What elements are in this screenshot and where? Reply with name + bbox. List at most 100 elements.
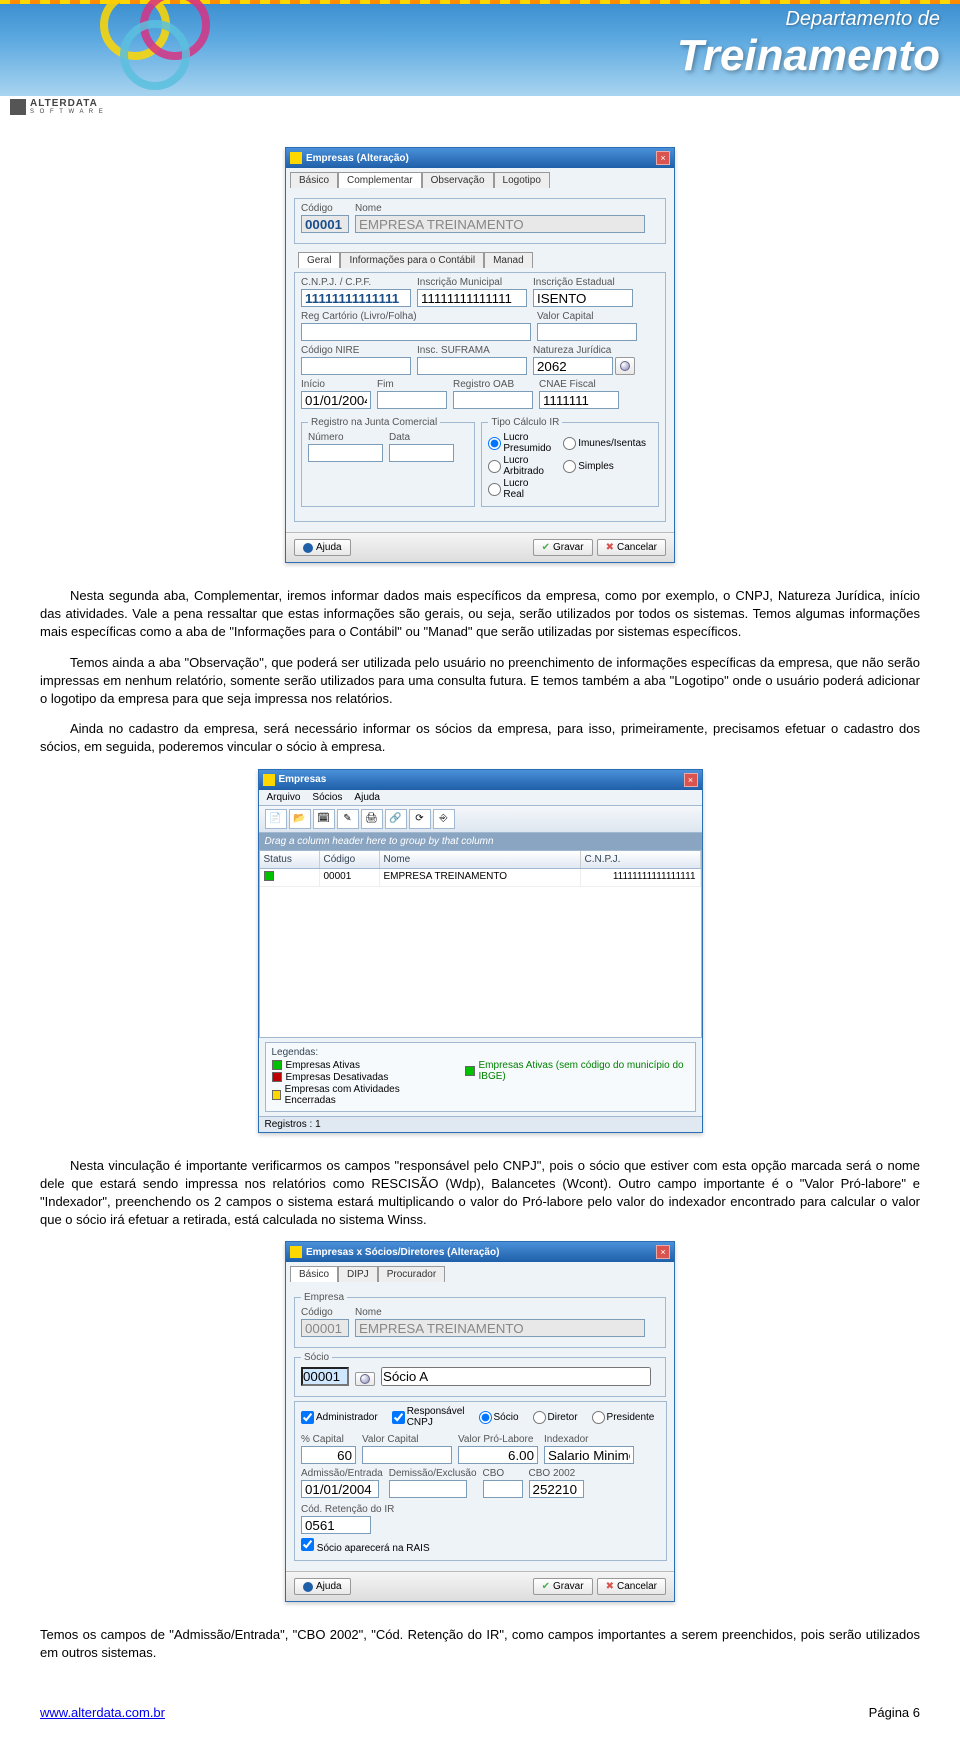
flag-icon: [465, 1066, 474, 1076]
check-rais[interactable]: Sócio aparecerá na RAIS: [301, 1543, 430, 1554]
cancelar-button[interactable]: ✖Cancelar: [597, 539, 666, 556]
col-status[interactable]: Status: [260, 851, 320, 868]
tab-geral[interactable]: Geral: [298, 252, 340, 268]
footer-url[interactable]: www.alterdata.com.br: [40, 1705, 165, 1720]
vcap-input[interactable]: [537, 323, 637, 341]
help-button[interactable]: Ajuda: [294, 539, 351, 556]
check-resp-cnpj[interactable]: Responsável CNPJ: [392, 1406, 465, 1428]
close-button[interactable]: ×: [656, 1245, 670, 1259]
tab-dipj[interactable]: DIPJ: [338, 1266, 378, 1282]
titlebar[interactable]: Empresas ×: [259, 770, 702, 790]
menu-ajuda[interactable]: Ajuda: [354, 792, 380, 803]
group-by-header[interactable]: Drag a column header here to group by th…: [259, 833, 702, 850]
tab-observacao[interactable]: Observação: [422, 172, 494, 188]
tab-basico[interactable]: Básico: [290, 172, 338, 188]
radio-presidente[interactable]: Presidente: [592, 1406, 655, 1428]
tab-manad[interactable]: Manad: [484, 252, 533, 268]
dem-label: Demissão/Exclusão: [389, 1468, 477, 1479]
vcap-input[interactable]: [362, 1446, 452, 1464]
status-square-icon: [264, 871, 274, 881]
radio-socio[interactable]: Sócio: [479, 1406, 519, 1428]
pcap-input[interactable]: [301, 1446, 356, 1464]
col-nome[interactable]: Nome: [380, 851, 581, 868]
tb-open[interactable]: 📂: [289, 809, 311, 829]
tab-info-contabil[interactable]: Informações para o Contábil: [340, 252, 484, 268]
table-row[interactable]: 00001 EMPRESA TREINAMENTO 11111111111111…: [260, 869, 701, 887]
paragraph-1: Nesta segunda aba, Complementar, iremos …: [40, 587, 920, 642]
tab-logotipo[interactable]: Logotipo: [494, 172, 550, 188]
socio-cod-input[interactable]: [301, 1367, 349, 1386]
close-button[interactable]: ×: [656, 151, 670, 165]
check-admin[interactable]: Administrador: [301, 1406, 378, 1428]
idx-input[interactable]: [544, 1446, 634, 1464]
flag-icon: [272, 1072, 282, 1082]
fim-input[interactable]: [377, 391, 447, 409]
reg-input[interactable]: [301, 323, 531, 341]
help-button[interactable]: Ajuda: [294, 1578, 351, 1595]
radio-lucro-arbitrado[interactable]: Lucro Arbitrado: [488, 455, 551, 477]
tab-basico[interactable]: Básico: [290, 1266, 338, 1282]
cancel-icon: ✖: [606, 542, 614, 553]
titlebar[interactable]: Empresas x Sócios/Diretores (Alteração) …: [286, 1242, 674, 1262]
dem-input[interactable]: [389, 1480, 467, 1498]
tb-print[interactable]: 🖨: [361, 809, 383, 829]
tb-link[interactable]: 🔗: [385, 809, 407, 829]
tb-cal[interactable]: 🗓: [313, 809, 335, 829]
data-input[interactable]: [389, 444, 454, 462]
titlebar[interactable]: Empresas (Alteração) ×: [286, 148, 674, 168]
menu-arquivo[interactable]: Arquivo: [267, 792, 301, 803]
col-cnpj[interactable]: C.N.P.J.: [581, 851, 701, 868]
radio-diretor[interactable]: Diretor: [533, 1406, 578, 1428]
empresa-legend: Empresa: [301, 1292, 347, 1303]
nome-input: [355, 215, 645, 233]
tb-new[interactable]: 📄: [265, 809, 287, 829]
socio-lookup-button[interactable]: [355, 1372, 375, 1386]
im-input[interactable]: [417, 289, 527, 307]
search-icon: [620, 361, 630, 371]
gravar-button[interactable]: ✔Gravar: [533, 1578, 593, 1595]
cbo2-label: CBO 2002: [529, 1468, 584, 1479]
sub-tabs: Geral Informações para o Contábil Manad: [294, 248, 666, 268]
oab-label: Registro OAB: [453, 379, 533, 390]
ie-input[interactable]: [533, 289, 633, 307]
check-icon: ✔: [542, 1581, 550, 1592]
nat-label: Natureza Jurídica: [533, 345, 635, 356]
num-input[interactable]: [308, 444, 383, 462]
adm-input[interactable]: [301, 1480, 379, 1498]
radio-lucro-presumido[interactable]: Lucro Presumido: [488, 432, 551, 454]
radio-simples[interactable]: Simples: [563, 455, 646, 477]
tb-refresh[interactable]: ⟳: [409, 809, 431, 829]
junta-legend: Registro na Junta Comercial: [308, 417, 440, 428]
nat-input[interactable]: [533, 357, 613, 375]
close-button[interactable]: ×: [684, 773, 698, 787]
radio-imunes[interactable]: Imunes/Isentas: [563, 432, 646, 454]
col-codigo[interactable]: Código: [320, 851, 380, 868]
cbo-input[interactable]: [483, 1480, 523, 1498]
menu-socios[interactable]: Sócios: [312, 792, 342, 803]
reg-label: Reg Cartório (Livro/Folha): [301, 311, 531, 322]
data-grid[interactable]: Status Código Nome C.N.P.J. 00001 EMPRES…: [259, 850, 702, 1038]
suf-input[interactable]: [417, 357, 527, 375]
ini-input[interactable]: [301, 391, 371, 409]
cell-cnpj: 11111111111111111: [581, 869, 701, 886]
tab-complementar[interactable]: Complementar: [338, 172, 422, 188]
cnae-input[interactable]: [539, 391, 619, 409]
gravar-button[interactable]: ✔Gravar: [533, 539, 593, 556]
nat-lookup-button[interactable]: [615, 357, 635, 375]
cbo2-input[interactable]: [529, 1480, 584, 1498]
socio-legend: Sócio: [301, 1352, 332, 1363]
radio-lucro-real[interactable]: Lucro Real: [488, 478, 551, 500]
tab-procurador[interactable]: Procurador: [378, 1266, 445, 1282]
nire-label: Código NIRE: [301, 345, 411, 356]
codigo-label: Código: [301, 1307, 349, 1318]
tb-edit[interactable]: ✎: [337, 809, 359, 829]
nire-input[interactable]: [301, 357, 411, 375]
codigo-input: [301, 215, 349, 233]
cancelar-button[interactable]: ✖Cancelar: [597, 1578, 666, 1595]
cnpj-label: C.N.P.J. / C.P.F.: [301, 277, 411, 288]
oab-input[interactable]: [453, 391, 533, 409]
vpl-input[interactable]: [458, 1446, 538, 1464]
ret-input[interactable]: [301, 1516, 371, 1534]
tb-door[interactable]: ⎆: [433, 809, 455, 829]
cnpj-input[interactable]: [301, 289, 411, 307]
